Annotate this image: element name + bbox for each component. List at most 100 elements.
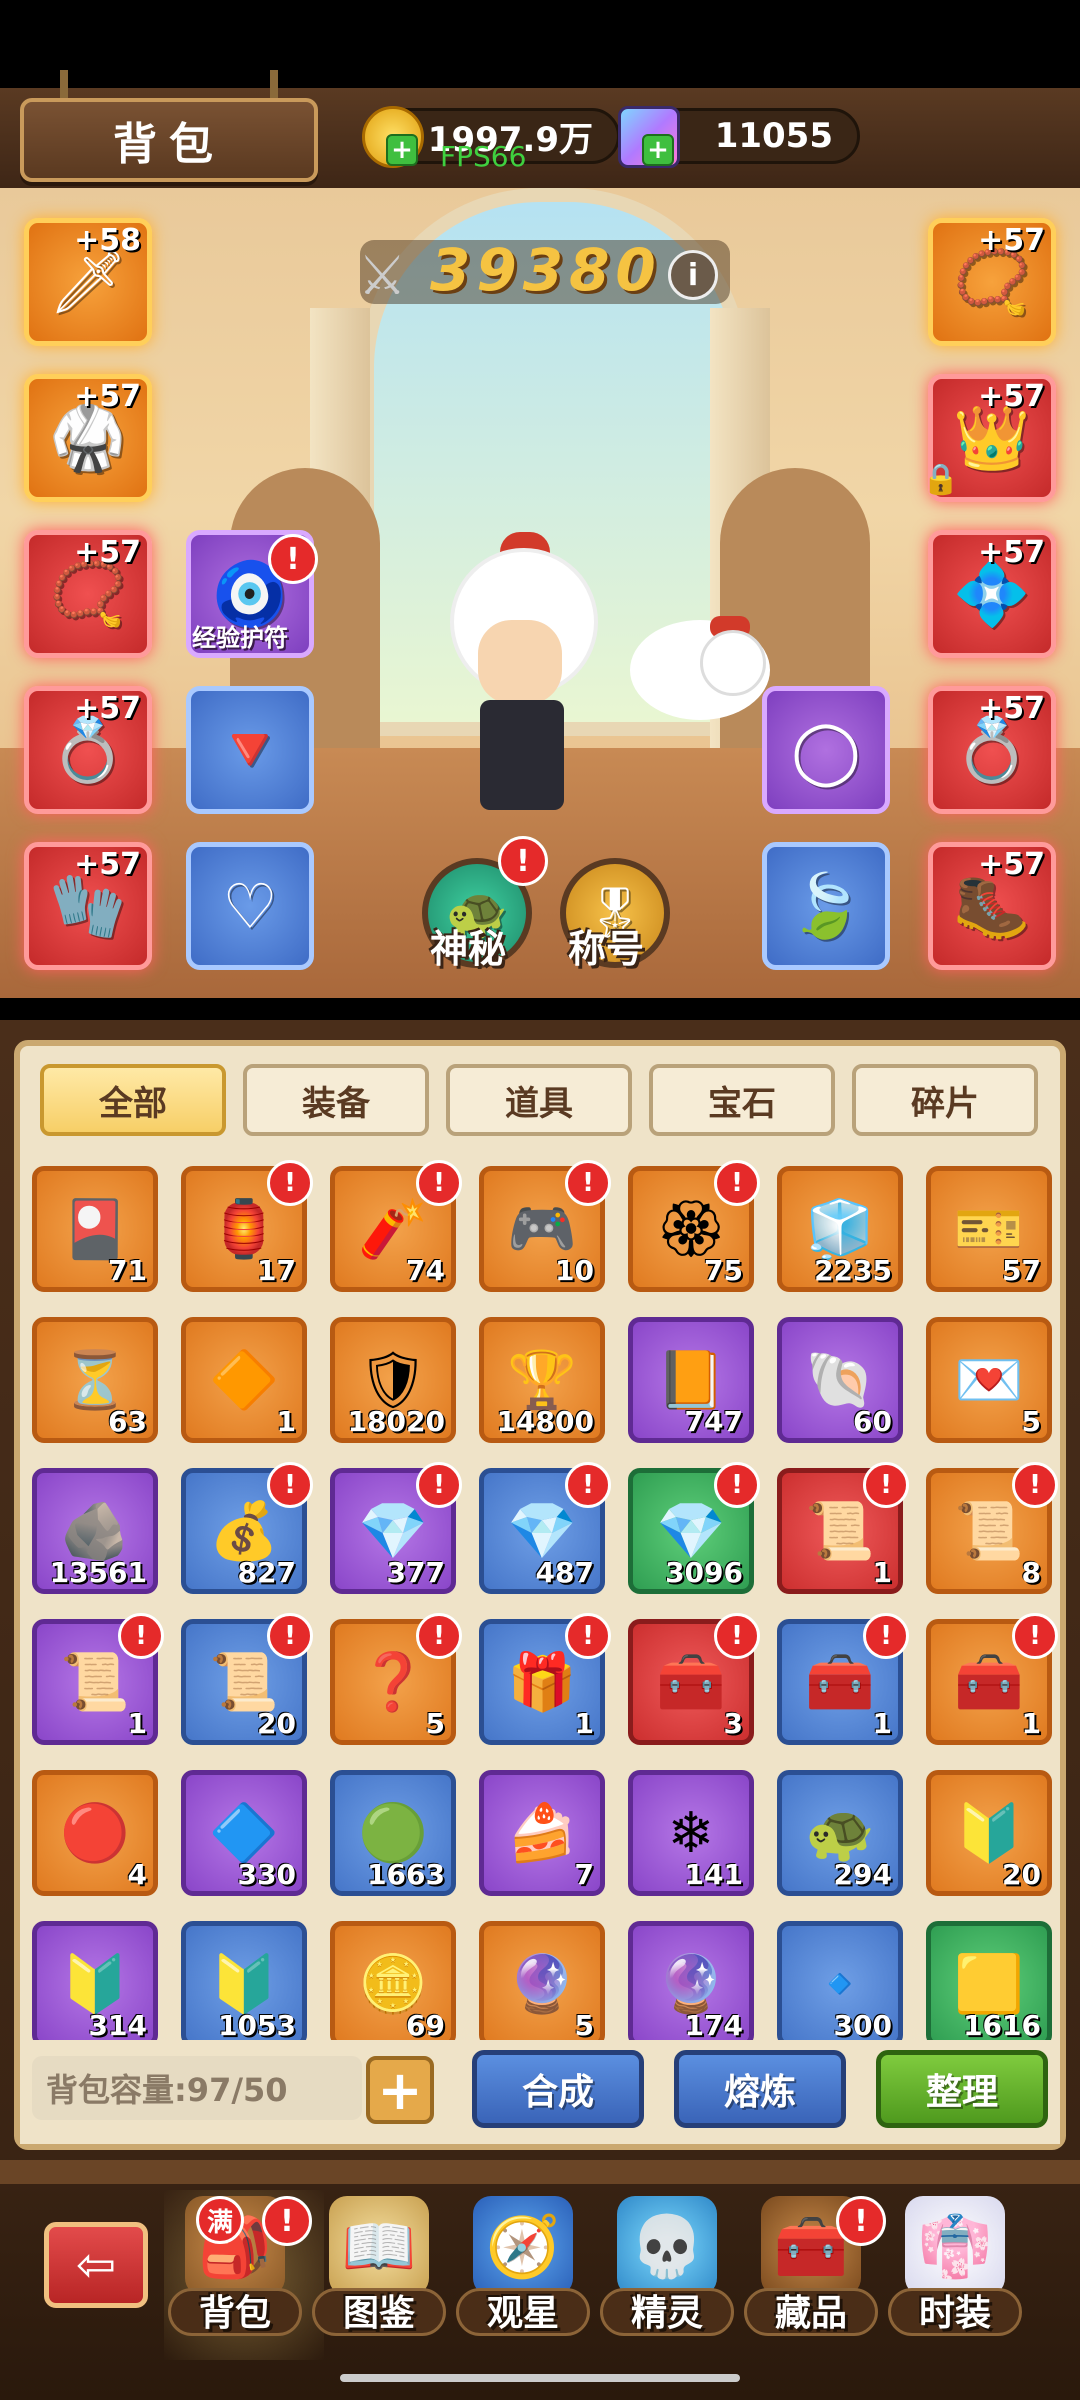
slot-level: +57: [978, 379, 1045, 414]
nav-spirits[interactable]: 💀 精灵: [600, 2196, 734, 2346]
tab-fragments[interactable]: 碎片: [852, 1064, 1038, 1136]
bag-item[interactable]: 🟢 1663: [330, 1770, 456, 1896]
bag-item[interactable]: 💎 487: [479, 1468, 605, 1594]
exit-icon[interactable]: ⇦: [44, 2222, 148, 2308]
bag-item[interactable]: ❄ 141: [628, 1770, 754, 1896]
bag-item[interactable]: 🎫 57: [926, 1166, 1052, 1292]
bag-item[interactable]: 📜 1: [32, 1619, 158, 1745]
bag-item[interactable]: 📜 1: [777, 1468, 903, 1594]
accessory-slot-pendant[interactable]: 🔻: [186, 686, 314, 814]
accessory-slot-leaf[interactable]: 🍃: [762, 842, 890, 970]
bag-item[interactable]: 🐢 294: [777, 1770, 903, 1896]
equip-slot-weapon[interactable]: 🗡 +58: [24, 218, 152, 346]
compass-icon: 🧭: [473, 2196, 573, 2296]
pendant-icon: 🔻: [211, 713, 289, 786]
bag-item[interactable]: 🛡 18020: [330, 1317, 456, 1443]
bag-item[interactable]: 📙 747: [628, 1317, 754, 1443]
item-count: 3096: [665, 1556, 743, 1589]
gem-value: 11055: [714, 116, 833, 156]
bag-item[interactable]: 🐚 60: [777, 1317, 903, 1443]
bag-item[interactable]: 🪨 13561: [32, 1468, 158, 1594]
bag-item[interactable]: 🧰 1: [777, 1619, 903, 1745]
bag-item[interactable]: 🔶 1: [181, 1317, 307, 1443]
bag-item[interactable]: 🧰 3: [628, 1619, 754, 1745]
collar-icon: ◯: [791, 713, 861, 787]
bag-item[interactable]: 🔹 300: [777, 1921, 903, 2047]
alert-badge: !: [498, 836, 548, 886]
bag-item[interactable]: 🏆 14800: [479, 1317, 605, 1443]
equip-slot-ring[interactable]: 💍 +57: [928, 686, 1056, 814]
bag-item[interactable]: 🔮 174: [628, 1921, 754, 2047]
nav-label: 藏品: [774, 2293, 847, 2334]
add-gem-button[interactable]: +: [642, 134, 674, 166]
bag-item[interactable]: 🏮 17: [181, 1166, 307, 1292]
smelt-button[interactable]: 熔炼: [674, 2050, 846, 2128]
equip-slot-gauntlet[interactable]: 🧤 +57: [24, 842, 152, 970]
equip-slot-boots[interactable]: 🥾 +57: [928, 842, 1056, 970]
item-count: 14800: [496, 1405, 594, 1438]
equip-slot-necklace[interactable]: 📿 +57: [928, 218, 1056, 346]
mystery-label: 神秘: [430, 927, 507, 971]
item-count: 5: [1021, 1405, 1041, 1438]
bag-item[interactable]: 🟨 1616: [926, 1921, 1052, 2047]
bag-item[interactable]: 💎 377: [330, 1468, 456, 1594]
item-count: 1: [127, 1707, 147, 1740]
bag-item[interactable]: 🍰 7: [479, 1770, 605, 1896]
bag-item[interactable]: 🎴 71: [32, 1166, 158, 1292]
bag-item[interactable]: 🧊 2235: [777, 1166, 903, 1292]
home-indicator: [340, 2374, 740, 2382]
nav-codex[interactable]: 📖 图鉴: [312, 2196, 446, 2346]
tab-items[interactable]: 道具: [446, 1064, 632, 1136]
equip-slot-ring[interactable]: 💍 +57: [24, 686, 152, 814]
bag-item[interactable]: ❓ 5: [330, 1619, 456, 1745]
bag-item[interactable]: 🔰 20: [926, 1770, 1052, 1896]
compose-button[interactable]: 合成: [472, 2050, 644, 2128]
bag-item[interactable]: 📜 20: [181, 1619, 307, 1745]
bag-item[interactable]: 🧰 1: [926, 1619, 1052, 1745]
item-count: 330: [237, 1858, 296, 1891]
fps-readout: FPS66: [440, 140, 527, 173]
equip-slot-armor[interactable]: 🥋 +57: [24, 374, 152, 502]
bag-item[interactable]: 🔴 4: [32, 1770, 158, 1896]
expand-capacity-button[interactable]: +: [366, 2056, 434, 2124]
bag-item[interactable]: 🔰 1053: [181, 1921, 307, 2047]
nav-fashion[interactable]: 👘 时装: [888, 2196, 1022, 2346]
item-count: 487: [535, 1556, 594, 1589]
bag-item[interactable]: 🔰 314: [32, 1921, 158, 2047]
page-title: 背包: [20, 98, 318, 182]
tab-equipment[interactable]: 装备: [243, 1064, 429, 1136]
bag-item[interactable]: 💎 3096: [628, 1468, 754, 1594]
arrange-button[interactable]: 整理: [876, 2050, 1048, 2128]
item-count: 294: [833, 1858, 892, 1891]
bag-item[interactable]: 🔮 5: [479, 1921, 605, 2047]
bag-item[interactable]: 📜 8: [926, 1468, 1052, 1594]
accessory-slot-collar[interactable]: ◯: [762, 686, 890, 814]
add-gold-button[interactable]: +: [386, 134, 418, 166]
item-count: 10: [555, 1254, 594, 1287]
nav-stargazing[interactable]: 🧭 观星: [456, 2196, 590, 2346]
tab-gems[interactable]: 宝石: [649, 1064, 835, 1136]
item-count: 377: [386, 1556, 445, 1589]
item-count: 75: [704, 1254, 743, 1287]
item-count: 63: [108, 1405, 147, 1438]
bag-item[interactable]: 🪙 69: [330, 1921, 456, 2047]
equip-slot-bracer[interactable]: 💠 +57: [928, 530, 1056, 658]
crossed-swords-icon: ⚔: [358, 244, 407, 307]
item-count: 13561: [49, 1556, 147, 1589]
info-icon[interactable]: i: [668, 250, 718, 300]
bag-item[interactable]: 🧨 74: [330, 1166, 456, 1292]
bag-item[interactable]: 🎮 10: [479, 1166, 605, 1292]
item-count: 747: [684, 1405, 743, 1438]
bag-item[interactable]: ⏳ 63: [32, 1317, 158, 1443]
nav-label: 观星: [486, 2293, 559, 2334]
bag-item[interactable]: 💌 5: [926, 1317, 1052, 1443]
bag-item[interactable]: 🔷 330: [181, 1770, 307, 1896]
item-count: 1: [872, 1707, 892, 1740]
nav-label: 背包: [198, 2293, 271, 2334]
bag-item[interactable]: 🏵 75: [628, 1166, 754, 1292]
tab-all[interactable]: 全部: [40, 1064, 226, 1136]
bag-item[interactable]: 💰 827: [181, 1468, 307, 1594]
accessory-slot-necklace[interactable]: ♡: [186, 842, 314, 970]
bag-item[interactable]: 🎁 1: [479, 1619, 605, 1745]
equip-slot-bracelet[interactable]: 📿 +57: [24, 530, 152, 658]
